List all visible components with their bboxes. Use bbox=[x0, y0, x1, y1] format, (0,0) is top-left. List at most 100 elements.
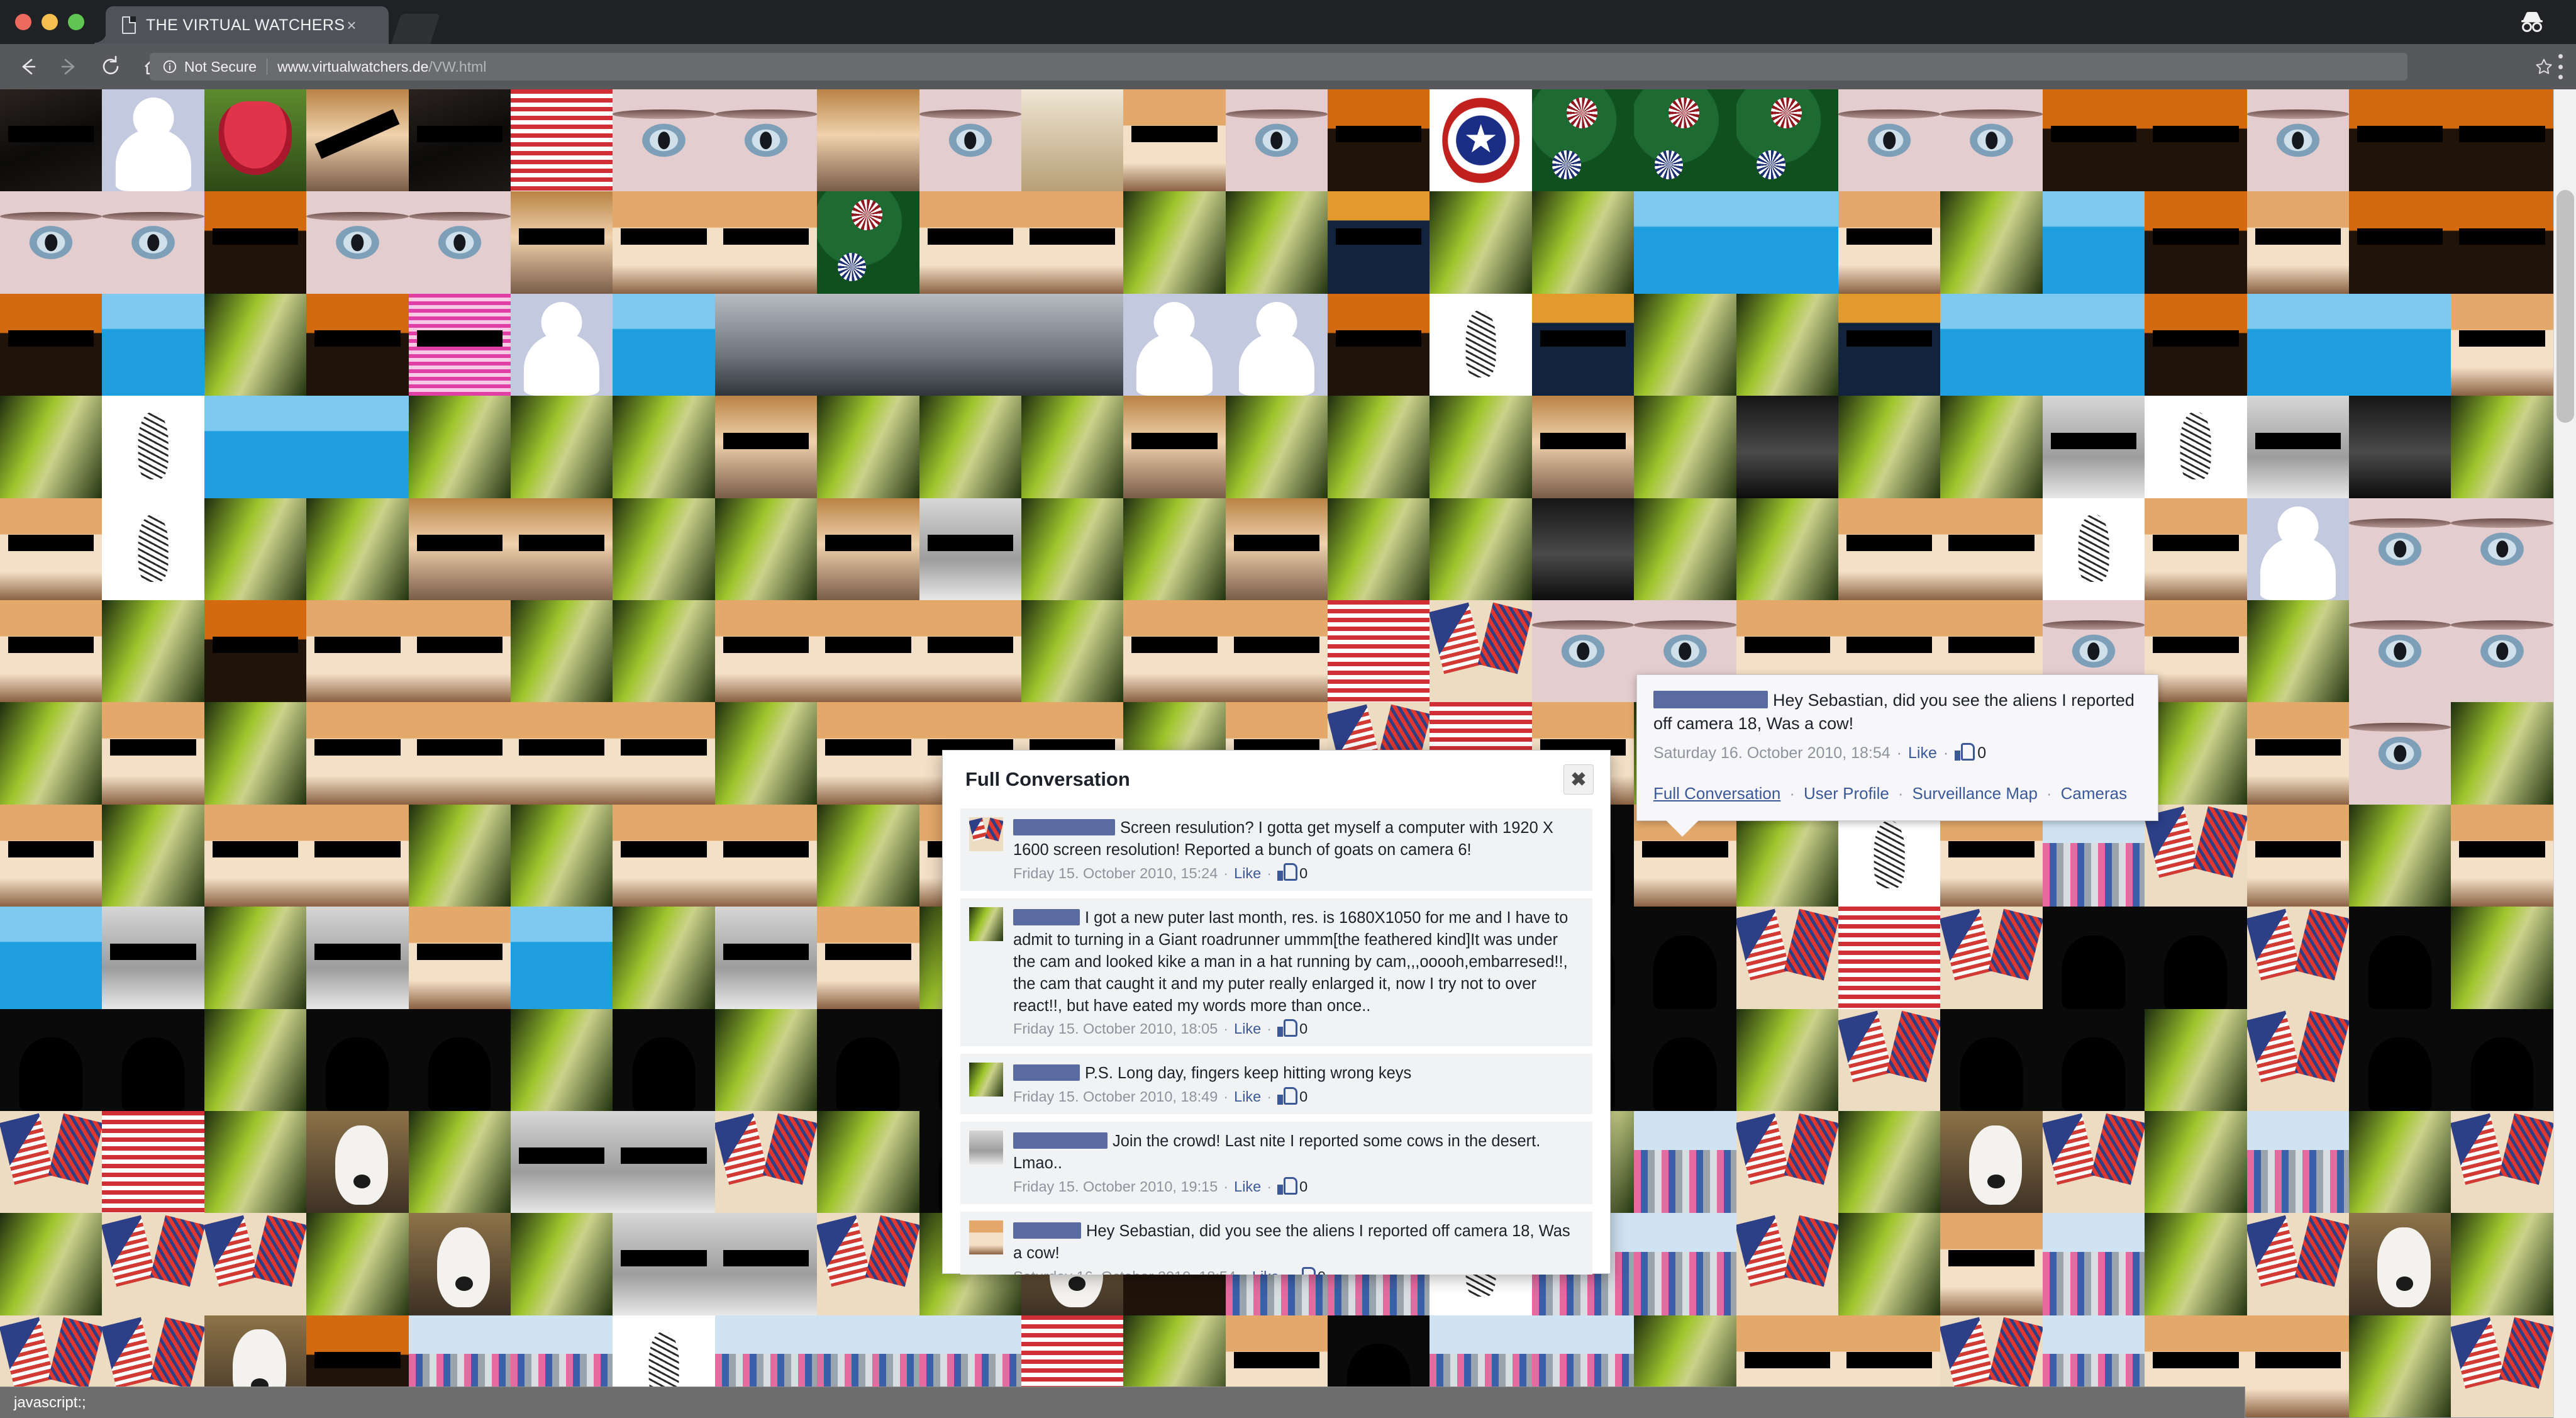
profile-thumbnail[interactable] bbox=[817, 498, 919, 600]
profile-thumbnail[interactable] bbox=[613, 191, 715, 294]
profile-thumbnail[interactable] bbox=[2348, 1213, 2451, 1315]
profile-thumbnail[interactable] bbox=[2348, 396, 2451, 498]
profile-thumbnail[interactable] bbox=[613, 396, 715, 498]
profile-thumbnail[interactable] bbox=[1940, 1213, 2043, 1315]
profile-thumbnail[interactable] bbox=[1430, 191, 1532, 294]
profile-thumbnail[interactable] bbox=[2451, 1315, 2553, 1418]
profile-thumbnail[interactable] bbox=[306, 498, 409, 600]
profile-thumbnail[interactable] bbox=[306, 907, 409, 1009]
like-button[interactable]: Like bbox=[1234, 1178, 1261, 1195]
profile-thumbnail[interactable] bbox=[2042, 1008, 2145, 1111]
profile-thumbnail[interactable] bbox=[1838, 191, 1941, 294]
profile-thumbnail[interactable] bbox=[1736, 907, 1839, 1009]
profile-thumbnail[interactable] bbox=[1531, 191, 1635, 294]
popup-link-full-conversation[interactable]: Full Conversation bbox=[1653, 783, 1780, 805]
profile-thumbnail[interactable] bbox=[2042, 1213, 2145, 1315]
maximize-window-button[interactable] bbox=[68, 14, 84, 30]
profile-thumbnail[interactable] bbox=[1940, 396, 2043, 498]
profile-thumbnail[interactable] bbox=[102, 600, 204, 703]
like-button[interactable]: Like bbox=[1234, 865, 1261, 882]
avatar[interactable] bbox=[969, 1220, 1003, 1255]
vertical-scrollbar[interactable] bbox=[2553, 89, 2576, 1418]
profile-thumbnail[interactable] bbox=[2246, 1213, 2349, 1315]
profile-thumbnail[interactable] bbox=[919, 600, 1021, 703]
profile-thumbnail[interactable] bbox=[204, 1008, 307, 1111]
profile-thumbnail[interactable] bbox=[1328, 396, 1430, 498]
profile-thumbnail[interactable] bbox=[2451, 1008, 2553, 1111]
profile-thumbnail[interactable] bbox=[1940, 293, 2043, 396]
profile-thumbnail[interactable] bbox=[2451, 89, 2553, 192]
profile-thumbnail[interactable] bbox=[714, 293, 818, 396]
profile-thumbnail[interactable] bbox=[613, 804, 715, 907]
profile-thumbnail[interactable] bbox=[1634, 1008, 1736, 1111]
profile-thumbnail[interactable] bbox=[1736, 89, 1839, 192]
profile-thumbnail[interactable] bbox=[2246, 907, 2349, 1009]
profile-thumbnail[interactable] bbox=[2348, 907, 2451, 1009]
profile-thumbnail[interactable] bbox=[306, 1213, 409, 1315]
profile-thumbnail[interactable] bbox=[2246, 89, 2349, 192]
profile-thumbnail[interactable] bbox=[1225, 396, 1328, 498]
profile-thumbnail[interactable] bbox=[1634, 293, 1736, 396]
profile-thumbnail[interactable] bbox=[510, 1213, 613, 1315]
address-bar[interactable]: Not Secure www.virtualwatchers.de/VW.htm… bbox=[150, 53, 2407, 81]
profile-thumbnail[interactable] bbox=[1940, 191, 2043, 294]
profile-thumbnail[interactable] bbox=[817, 1008, 919, 1111]
profile-thumbnail[interactable] bbox=[2451, 1110, 2553, 1214]
profile-thumbnail[interactable] bbox=[0, 396, 103, 498]
profile-thumbnail[interactable] bbox=[1838, 396, 1941, 498]
profile-thumbnail[interactable] bbox=[1634, 907, 1736, 1009]
profile-thumbnail[interactable] bbox=[613, 1110, 715, 1214]
profile-thumbnail[interactable] bbox=[0, 293, 103, 396]
profile-thumbnail[interactable] bbox=[714, 600, 818, 703]
profile-thumbnail[interactable] bbox=[510, 293, 613, 396]
new-tab-button[interactable] bbox=[391, 14, 440, 44]
profile-thumbnail[interactable] bbox=[408, 907, 511, 1009]
profile-thumbnail[interactable] bbox=[613, 907, 715, 1009]
profile-thumbnail[interactable] bbox=[204, 804, 307, 907]
profile-thumbnail[interactable] bbox=[204, 191, 307, 294]
profile-thumbnail[interactable] bbox=[408, 702, 511, 805]
profile-thumbnail[interactable] bbox=[714, 702, 818, 805]
profile-thumbnail[interactable] bbox=[0, 907, 103, 1009]
browser-tab[interactable]: THE VIRTUAL WATCHERS × bbox=[94, 6, 389, 44]
profile-thumbnail[interactable] bbox=[1430, 396, 1532, 498]
profile-thumbnail[interactable] bbox=[1021, 89, 1124, 192]
profile-thumbnail[interactable] bbox=[204, 498, 307, 600]
profile-thumbnail[interactable] bbox=[2348, 1315, 2451, 1418]
profile-thumbnail[interactable] bbox=[1328, 293, 1430, 396]
profile-thumbnail[interactable] bbox=[613, 293, 715, 396]
profile-thumbnail[interactable] bbox=[408, 498, 511, 600]
profile-thumbnail[interactable] bbox=[1940, 498, 2043, 600]
profile-thumbnail[interactable] bbox=[817, 293, 919, 396]
profile-thumbnail[interactable] bbox=[0, 804, 103, 907]
profile-thumbnail[interactable] bbox=[2042, 89, 2145, 192]
profile-thumbnail[interactable] bbox=[817, 804, 919, 907]
profile-thumbnail[interactable] bbox=[1940, 89, 2043, 192]
profile-thumbnail[interactable] bbox=[2348, 600, 2451, 703]
profile-thumbnail[interactable] bbox=[408, 293, 511, 396]
profile-thumbnail[interactable] bbox=[1634, 89, 1736, 192]
profile-thumbnail[interactable] bbox=[1634, 1110, 1736, 1214]
profile-thumbnail[interactable] bbox=[1021, 498, 1124, 600]
scrollbar-thumb[interactable] bbox=[2557, 190, 2574, 423]
profile-thumbnail[interactable] bbox=[2348, 191, 2451, 294]
profile-thumbnail[interactable] bbox=[2246, 1315, 2349, 1418]
popup-link-cameras[interactable]: Cameras bbox=[2061, 783, 2127, 805]
profile-thumbnail[interactable] bbox=[817, 396, 919, 498]
profile-thumbnail[interactable] bbox=[204, 600, 307, 703]
profile-thumbnail[interactable] bbox=[1634, 498, 1736, 600]
profile-thumbnail[interactable] bbox=[306, 89, 409, 192]
profile-thumbnail[interactable] bbox=[2042, 907, 2145, 1009]
profile-thumbnail[interactable] bbox=[2348, 293, 2451, 396]
profile-thumbnail[interactable] bbox=[1634, 1213, 1736, 1315]
profile-thumbnail[interactable] bbox=[102, 293, 204, 396]
profile-thumbnail[interactable] bbox=[408, 600, 511, 703]
profile-thumbnail[interactable] bbox=[0, 498, 103, 600]
profile-thumbnail[interactable] bbox=[1940, 907, 2043, 1009]
profile-thumbnail[interactable] bbox=[2246, 804, 2349, 907]
profile-thumbnail[interactable] bbox=[2451, 907, 2553, 1009]
profile-thumbnail[interactable] bbox=[408, 1008, 511, 1111]
profile-thumbnail[interactable] bbox=[1531, 600, 1635, 703]
profile-thumbnail[interactable] bbox=[102, 396, 204, 498]
profile-thumbnail[interactable] bbox=[1123, 498, 1226, 600]
